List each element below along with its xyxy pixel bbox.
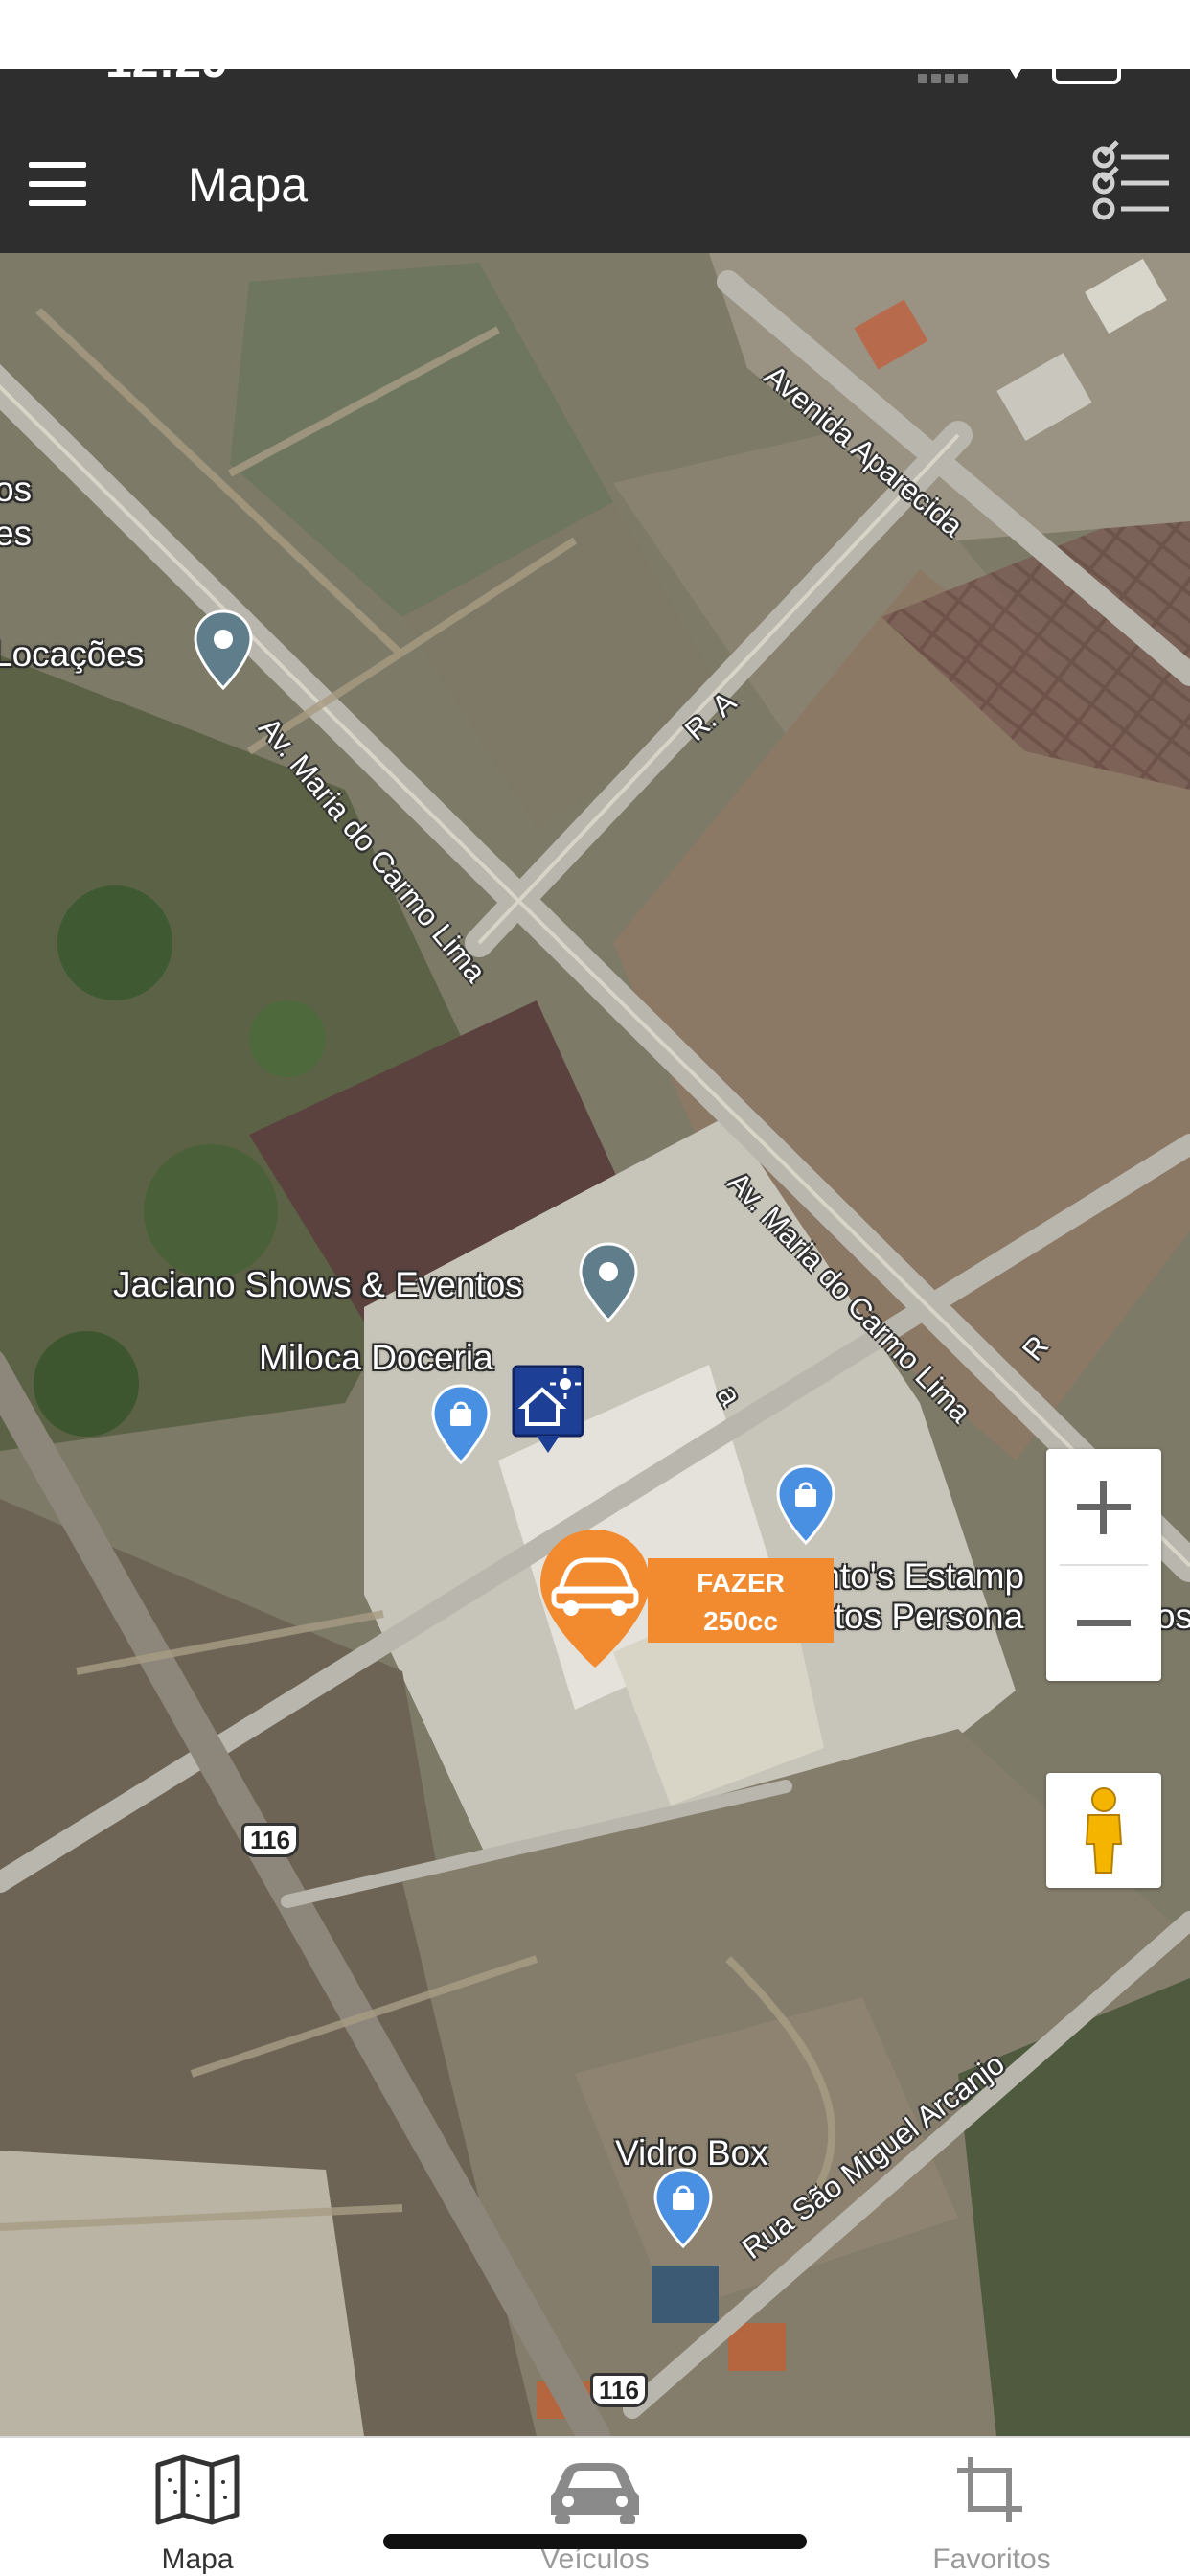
route-shield: 116	[241, 1823, 299, 1857]
tab-mapa[interactable]: Mapa	[54, 2438, 341, 2576]
car-icon	[551, 2463, 639, 2524]
status-bar: 12:29	[0, 69, 1190, 90]
route-shield: 116	[590, 2373, 648, 2407]
tab-favoritos[interactable]: Favoritos	[848, 2438, 1135, 2576]
map-pin-icon[interactable]	[194, 610, 253, 690]
place-label: Miloca Doceria	[259, 1338, 493, 1377]
satellite-imagery	[0, 253, 1190, 2436]
map-pin-icon[interactable]	[579, 1242, 638, 1322]
tab-bar: Mapa Veículos Favoritos	[0, 2436, 1190, 2576]
place-label: os	[0, 470, 33, 509]
home-indicator	[383, 2534, 807, 2549]
map-icon	[155, 2454, 240, 2525]
vehicle-marker-icon[interactable]	[538, 1528, 652, 1669]
tab-veiculos[interactable]: Veículos	[451, 2438, 739, 2576]
signal-icon	[918, 71, 975, 83]
tab-label: Favoritos	[932, 2543, 1051, 2575]
app-bar: Mapa	[0, 90, 1190, 253]
zoom-in-button[interactable]	[1046, 1449, 1161, 1564]
place-label: es	[0, 514, 33, 553]
hamburger-menu-icon	[29, 162, 86, 168]
map-view[interactable]: os es Locações Jaciano Shows & Eventos M…	[0, 253, 1190, 2436]
shopping-pin-icon[interactable]	[431, 1384, 491, 1464]
vehicle-label-line2: 250cc	[703, 1606, 778, 1636]
vehicle-label[interactable]: FAZER 250cc	[648, 1558, 834, 1643]
menu-button[interactable]	[17, 144, 98, 224]
zoom-out-button[interactable]	[1046, 1566, 1161, 1681]
page-title: Mapa	[188, 158, 309, 212]
crop-icon	[957, 2457, 1022, 2522]
shopping-pin-icon[interactable]	[776, 1464, 835, 1545]
status-time: 12:29	[105, 69, 228, 88]
wifi-icon	[1010, 69, 1021, 79]
top-strip	[0, 0, 1190, 69]
zoom-controls	[1046, 1449, 1161, 1681]
vehicle-label-line1: FAZER	[697, 1568, 785, 1598]
place-label: Locações	[0, 634, 145, 674]
pegman-icon[interactable]	[1046, 1773, 1161, 1888]
checklist-icon[interactable]	[1088, 140, 1175, 226]
battery-icon	[1052, 69, 1121, 84]
place-label: Jaciano Shows & Eventos	[113, 1265, 523, 1304]
shopping-pin-icon[interactable]	[653, 2168, 713, 2248]
house-marker-icon[interactable]	[510, 1363, 586, 1455]
tab-label: Mapa	[161, 2543, 234, 2575]
